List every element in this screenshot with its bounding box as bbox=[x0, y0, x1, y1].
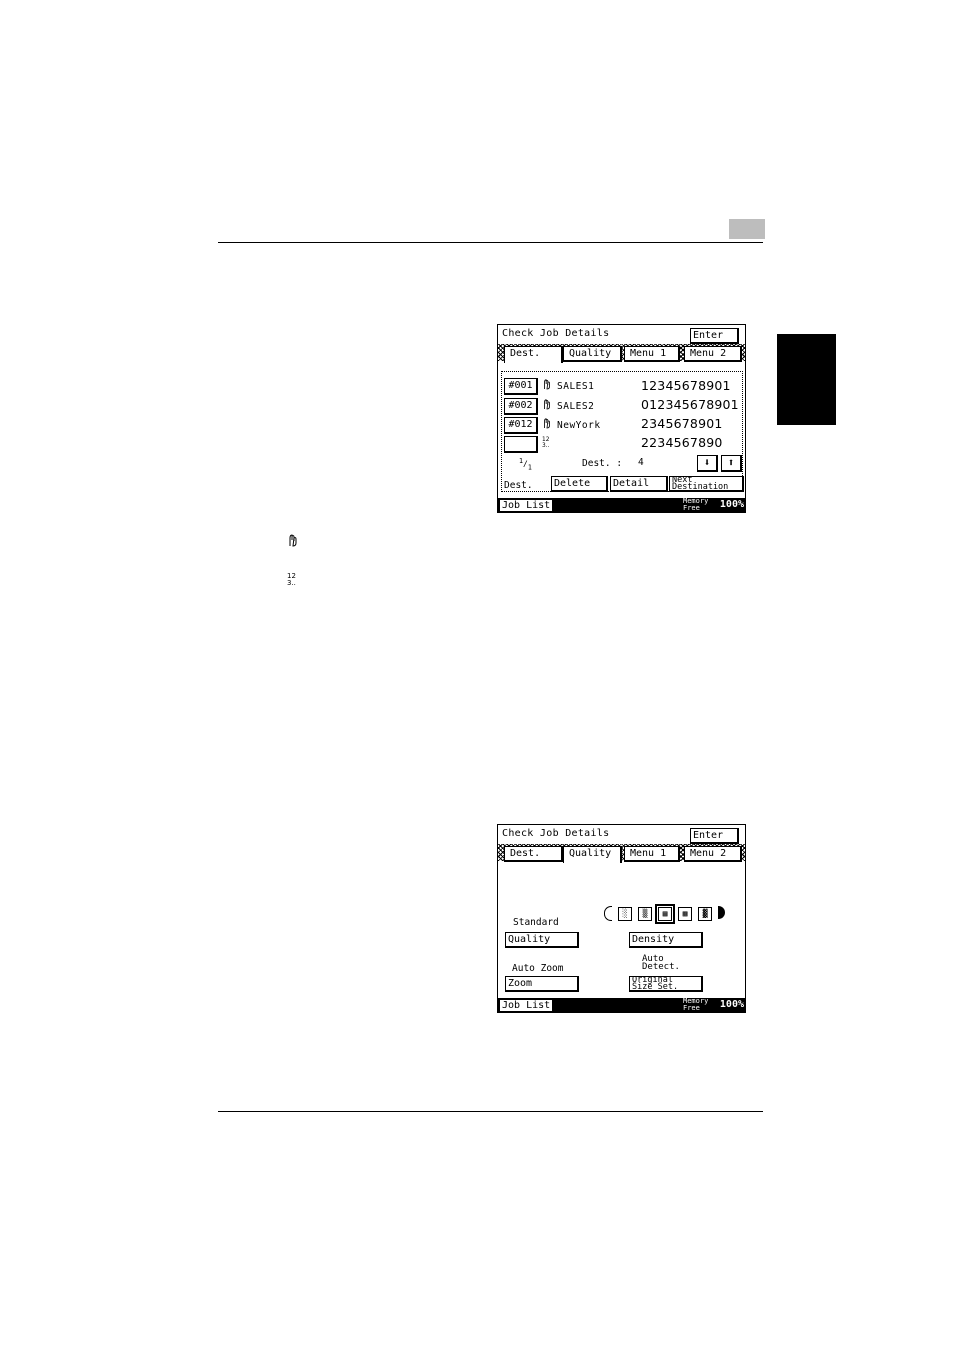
job-list-button[interactable]: Job List bbox=[499, 999, 554, 1012]
header-rule bbox=[218, 242, 763, 243]
density-level-1-icon[interactable]: ░ bbox=[618, 907, 632, 921]
next-destination-line2: Destination bbox=[672, 482, 729, 492]
memory-free-label: Memory Free bbox=[683, 998, 708, 1012]
memory-label-line2: Free bbox=[683, 1004, 700, 1012]
destination-number: 12345678901 bbox=[641, 378, 731, 393]
density-darker-icon[interactable] bbox=[718, 906, 725, 919]
tab-menu1[interactable]: Menu 1 bbox=[624, 846, 680, 862]
footer-rule bbox=[218, 1111, 763, 1112]
arrow-down-icon: ⬇ bbox=[703, 456, 711, 469]
tab-strip: Dest. Quality Menu 1 Menu 2 bbox=[498, 344, 745, 363]
memory-free-label: Memory Free bbox=[683, 498, 708, 512]
original-size-set-button[interactable]: Original Size Set. bbox=[629, 976, 703, 992]
page-indicator: 1/1 bbox=[519, 457, 532, 471]
hand-icon bbox=[542, 398, 552, 413]
chapter-side-tab bbox=[777, 334, 836, 425]
tab-menu2[interactable]: Menu 2 bbox=[684, 846, 742, 862]
tab-quality[interactable]: Quality bbox=[563, 346, 622, 362]
tab-menu1[interactable]: Menu 1 bbox=[624, 346, 680, 362]
hand-icon bbox=[542, 417, 552, 432]
svg-text:3..: 3.. bbox=[287, 579, 296, 586]
address-button-012[interactable]: #012 bbox=[504, 417, 538, 434]
standard-label: Standard bbox=[513, 917, 559, 928]
tab-dest[interactable]: Dest. bbox=[504, 846, 563, 862]
hand-icon bbox=[287, 533, 299, 549]
destination-number: 2345678901 bbox=[641, 416, 723, 431]
check-job-details-quality-screen: Check Job Details Enter Dest. Quality Me… bbox=[497, 824, 746, 1013]
enter-button[interactable]: Enter bbox=[690, 328, 739, 344]
address-button-empty[interactable] bbox=[504, 436, 538, 453]
dest-count-label: Dest. : bbox=[582, 458, 623, 469]
tab-quality[interactable]: Quality bbox=[563, 846, 622, 863]
destination-list: #001 SALES1 12345678901 #002 SALES2 0123… bbox=[501, 371, 743, 492]
delete-button[interactable]: Delete bbox=[551, 476, 608, 492]
screen-title: Check Job Details bbox=[502, 328, 610, 339]
density-button[interactable]: Density bbox=[629, 932, 703, 948]
memory-free-percent: 100% bbox=[719, 499, 744, 510]
check-job-details-dest-screen: Check Job Details Enter Dest. Quality Me… bbox=[497, 324, 746, 513]
density-level-3-icon[interactable]: ▦ bbox=[655, 904, 675, 924]
destination-name: SALES1 bbox=[557, 381, 595, 392]
hand-icon bbox=[542, 378, 552, 393]
original-size-line2: Size Set. bbox=[632, 982, 679, 992]
memory-label-line2: Free bbox=[683, 504, 700, 512]
page-total: 1 bbox=[527, 463, 532, 472]
quality-button[interactable]: Quality bbox=[505, 932, 579, 948]
density-level-4-icon[interactable]: ▩ bbox=[678, 907, 692, 921]
density-lighter-icon[interactable] bbox=[604, 906, 612, 921]
address-button-002[interactable]: #002 bbox=[504, 398, 538, 415]
destination-number: 2234567890 bbox=[641, 435, 723, 450]
next-destination-button[interactable]: Next Destination bbox=[669, 476, 744, 492]
tab-strip: Dest. Quality Menu 1 Menu 2 bbox=[498, 844, 745, 863]
status-bar: Job List Memory Free 100% bbox=[498, 498, 745, 512]
scroll-down-button[interactable]: ⬇ bbox=[697, 455, 718, 472]
dest-count: 4 bbox=[638, 457, 644, 468]
density-level-2-icon[interactable]: ▒ bbox=[638, 907, 652, 921]
ordinal-icon: 12 3.. bbox=[542, 436, 552, 451]
tab-menu2[interactable]: Menu 2 bbox=[684, 346, 742, 362]
screen-title: Check Job Details bbox=[502, 828, 610, 839]
ordinal-icon: 12 3.. bbox=[287, 572, 299, 588]
job-list-button[interactable]: Job List bbox=[499, 499, 554, 512]
arrow-up-icon: ⬆ bbox=[727, 456, 735, 469]
memory-free-percent: 100% bbox=[719, 999, 744, 1010]
destination-name: NewYork bbox=[557, 420, 601, 431]
auto-detect-line2: Detect. bbox=[642, 962, 680, 972]
tab-dest[interactable]: Dest. bbox=[504, 346, 563, 363]
zoom-button[interactable]: Zoom bbox=[505, 976, 579, 992]
chapter-marker bbox=[729, 219, 765, 239]
density-level-5-icon[interactable]: ▓ bbox=[698, 907, 712, 921]
status-bar: Job List Memory Free 100% bbox=[498, 998, 745, 1012]
detail-button[interactable]: Detail bbox=[610, 476, 668, 492]
destination-number: 012345678901 bbox=[641, 397, 739, 412]
svg-text:3..: 3.. bbox=[542, 443, 550, 448]
auto-zoom-label: Auto Zoom bbox=[512, 963, 564, 974]
auto-detect-label: Auto Detect. bbox=[642, 955, 680, 972]
enter-button[interactable]: Enter bbox=[690, 828, 739, 844]
dest-label: Dest. bbox=[504, 480, 533, 491]
scroll-up-button[interactable]: ⬆ bbox=[721, 455, 742, 472]
destination-name: SALES2 bbox=[557, 401, 595, 412]
address-button-001[interactable]: #001 bbox=[504, 378, 538, 395]
